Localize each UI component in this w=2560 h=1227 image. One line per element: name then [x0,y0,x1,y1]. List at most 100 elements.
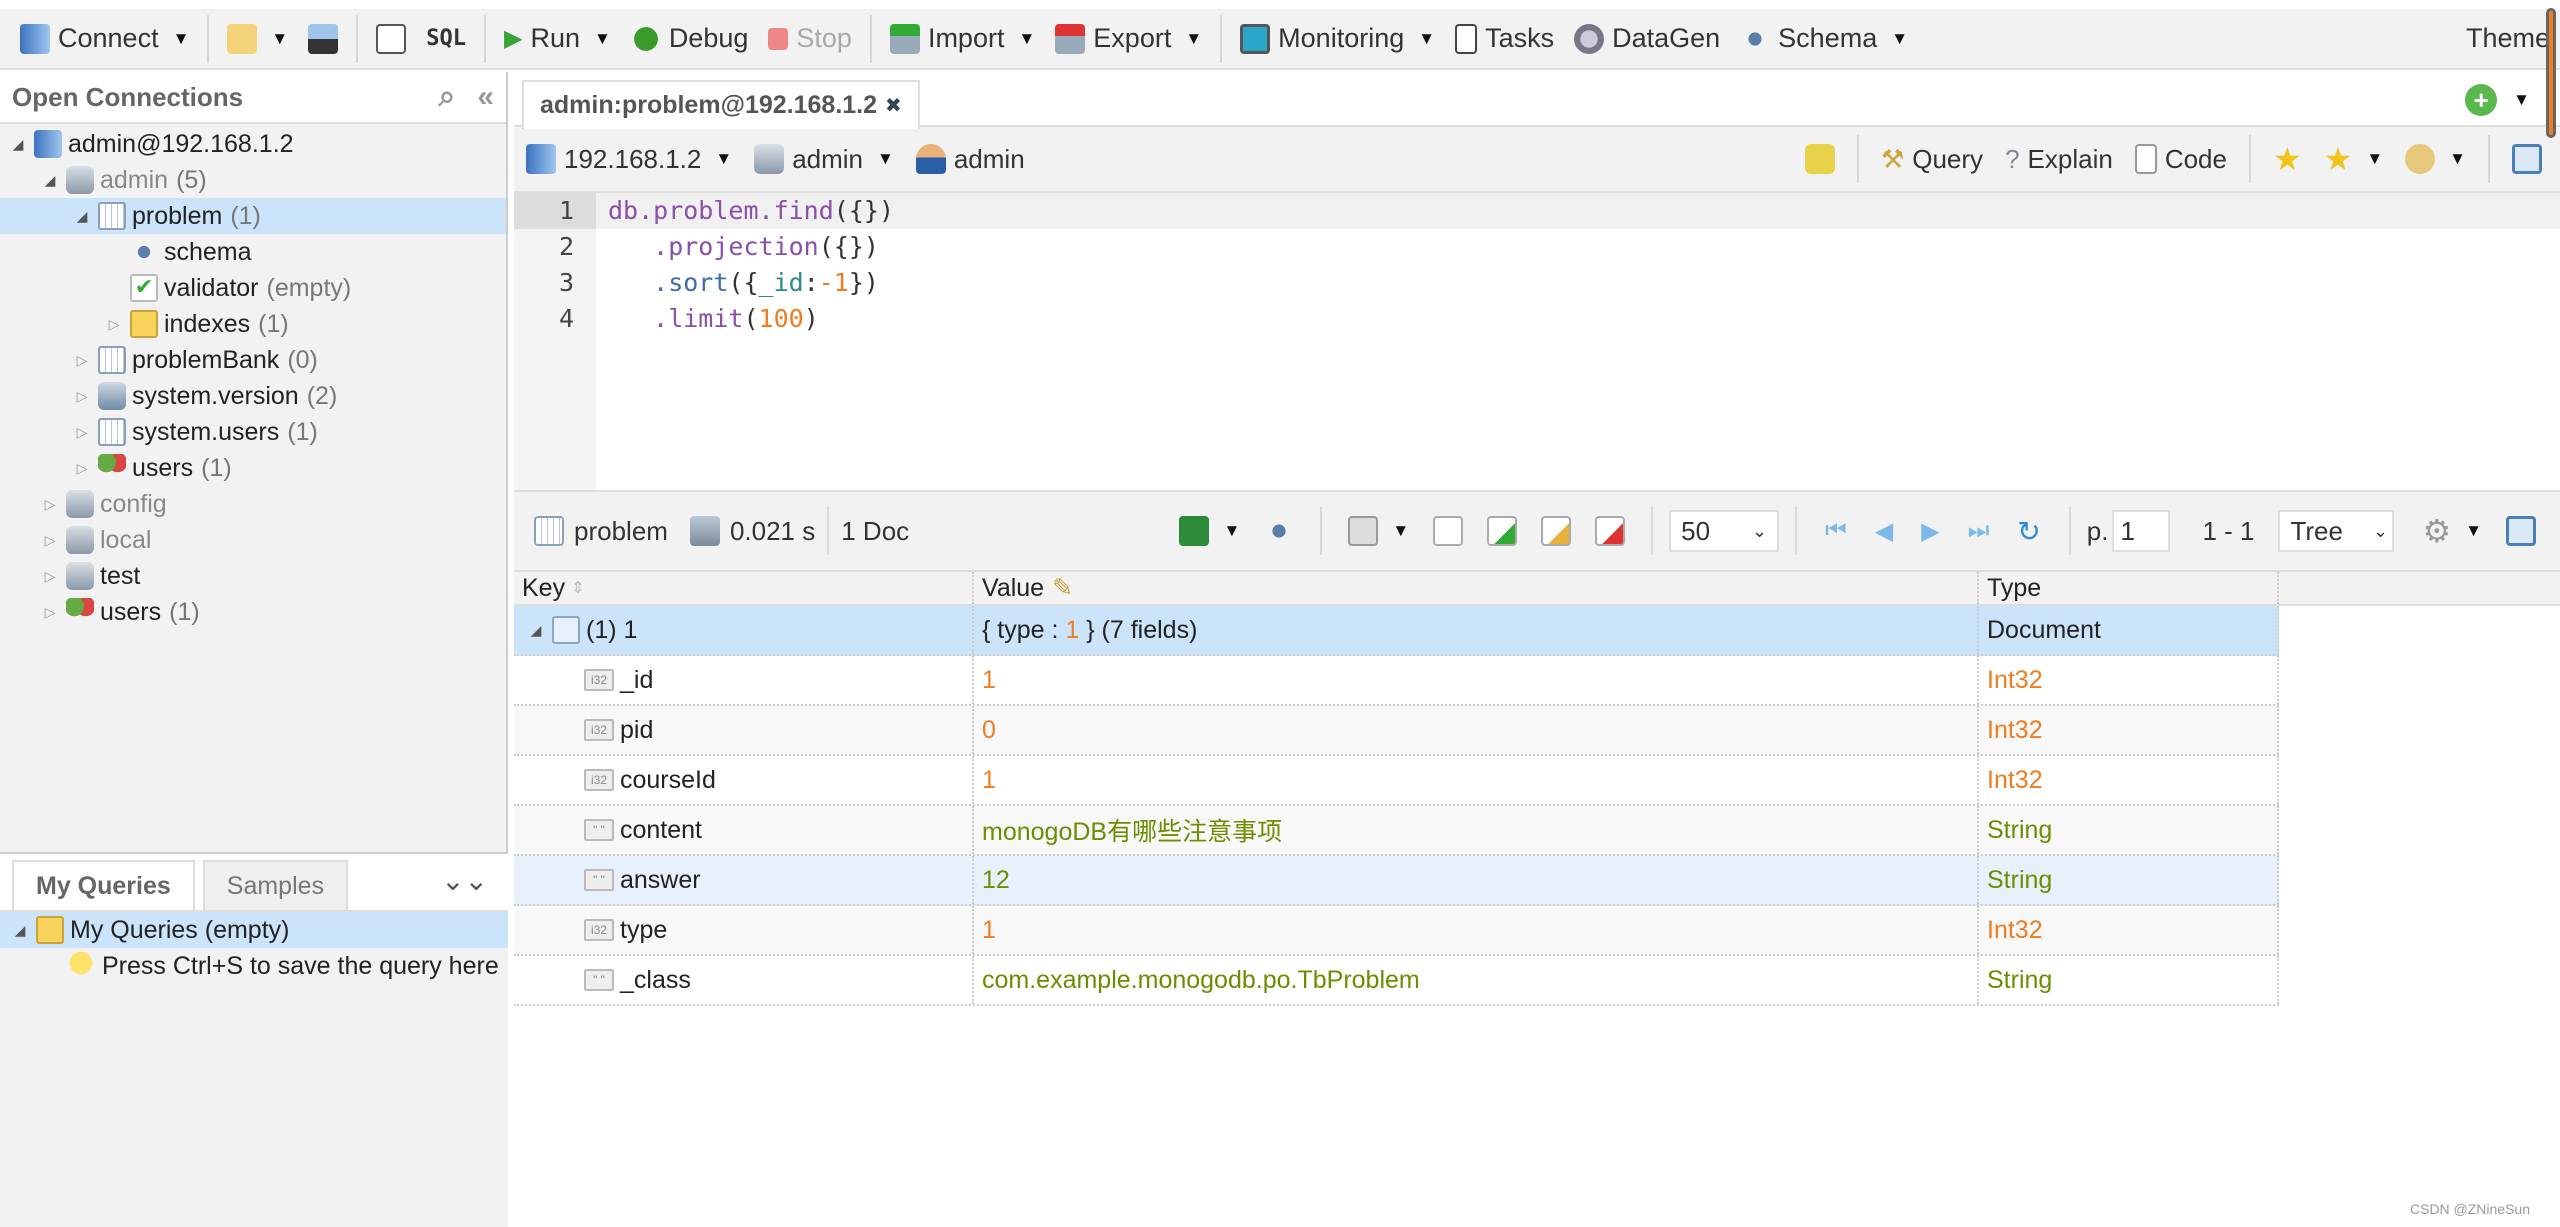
value-cell[interactable]: 1 [974,906,1979,954]
connect-button[interactable]: Connect ▼ [10,9,199,68]
editor-tab[interactable]: admin:problem@192.168.1.2 ✖ [522,80,920,129]
export-button[interactable]: Export ▼ [1045,9,1212,68]
field-row[interactable]: " " _class com.example.monogodb.po.TbProbl… [514,956,2279,1006]
value-cell[interactable]: 1 [974,656,1979,704]
tree-item[interactable]: ▷ config [0,486,506,522]
field-row[interactable]: i32 courseId 1 Int32 [514,756,2279,806]
next-page-icon[interactable]: ▶ [1921,517,1939,546]
value-cell[interactable]: 0 [974,706,1979,754]
collapse-toggle-icon[interactable]: ◢ [72,208,92,225]
edit-document-button[interactable] [1531,516,1581,546]
run-button[interactable]: ▶ Run ▼ [494,9,621,68]
collapse-toggle-icon[interactable]: ◢ [40,172,60,189]
expand-toggle-icon[interactable]: ▷ [72,460,92,477]
refresh-icon[interactable]: ↻ [2017,515,2040,548]
expand-toggle[interactable]: ◢ [10,922,30,939]
header-key[interactable]: Key ⇕ [514,572,974,604]
favorites-button[interactable]: ★ ▼ [2316,140,2392,178]
page-size-select[interactable]: 50 ⌄ [1669,510,1780,552]
last-page-icon[interactable]: ⏭ [1968,517,1990,545]
code-area[interactable]: db.problem.find({}) .projection({}) .sor… [596,193,2560,490]
add-tab-button[interactable]: + ▼ [2465,84,2530,116]
database-selector[interactable]: admin ▼ [754,144,894,175]
expand-toggle-icon[interactable]: ▷ [104,316,124,333]
tree-item[interactable]: ✔ validator (empty) [0,270,506,306]
collapse-icon[interactable]: ⌄⌄ [441,864,488,897]
header-type[interactable]: Type [1979,572,2279,604]
shell-button[interactable] [366,9,416,68]
expand-toggle-icon[interactable]: ▷ [40,568,60,585]
export-excel-button[interactable]: ▼ [1169,516,1250,546]
tree-item[interactable]: schema [0,234,506,270]
code-button[interactable]: Code [2127,144,2235,175]
page-input[interactable]: 1 [2112,510,2171,552]
add-document-button[interactable] [1477,516,1527,546]
expand-toggle-icon[interactable]: ▷ [72,424,92,441]
tree-item[interactable]: ▷ users (1) [0,450,506,486]
collapse-toggle-icon[interactable]: ◢ [8,136,28,153]
value-cell[interactable]: monogoDB有哪些注意事项 [974,806,1979,854]
host-selector[interactable]: 192.168.1.2 ▼ [526,144,732,175]
open-button[interactable]: ▼ [217,9,298,68]
stop-button[interactable]: Stop [758,9,862,68]
delete-document-button[interactable] [1585,516,1635,546]
query-editor[interactable]: 1234 db.problem.find({}) .projection({})… [514,193,2560,492]
field-row[interactable]: i32 _id 1 Int32 [514,656,2279,706]
maximize-results-button[interactable] [2496,516,2546,546]
header-value[interactable]: Value ✎ [974,572,1979,604]
save-button[interactable] [298,9,348,68]
field-row[interactable]: " " answer 12 String [514,856,2279,906]
tree-item[interactable]: ▷ system.version (2) [0,378,506,414]
document-row[interactable]: ◢ (1) 1 { type : 1 } (7 fields) Document [514,606,2279,656]
lock-button[interactable] [1797,144,1843,174]
code-line[interactable]: .sort({_id:-1}) [596,265,2560,301]
settings-button[interactable]: ⚙ ▼ [2412,512,2492,550]
prev-page-icon[interactable]: ◀ [1875,517,1893,546]
find-document-button[interactable] [1423,516,1473,546]
debug-button[interactable]: Debug [621,9,759,68]
explain-button[interactable]: ? Explain [1997,144,2121,175]
tree-item[interactable]: ▷ users (1) [0,594,506,630]
tab-my-queries[interactable]: My Queries [12,860,195,910]
datagen-button[interactable]: DataGen [1564,9,1730,68]
tasks-button[interactable]: Tasks [1445,9,1564,68]
code-line[interactable]: db.problem.find({}) [596,193,2560,229]
my-queries-folder[interactable]: ◢ My Queries (empty) [0,912,508,948]
tree-item[interactable]: ▷ local [0,522,506,558]
schema-button[interactable]: Schema ▼ [1730,9,1918,68]
maximize-editor-button[interactable] [2504,144,2550,174]
schema-view-button[interactable] [1254,516,1304,546]
tree-item[interactable]: ▷ system.users (1) [0,414,506,450]
monitoring-button[interactable]: Monitoring ▼ [1230,9,1445,68]
field-row[interactable]: i32 pid 0 Int32 [514,706,2279,756]
expand-toggle-icon[interactable]: ▷ [72,352,92,369]
expand-toggle-icon[interactable]: ▷ [40,496,60,513]
code-line[interactable]: .projection({}) [596,229,2560,265]
close-icon[interactable]: ✖ [885,93,902,118]
expand-toggle-icon[interactable]: ▷ [40,604,60,621]
value-cell[interactable]: 12 [974,856,1979,904]
expand-toggle-icon[interactable]: ▷ [72,388,92,405]
first-page-icon[interactable]: ⏮ [1825,517,1847,545]
value-cell[interactable]: { type : 1 } (7 fields) [974,606,1979,654]
field-row[interactable]: " " content monogoDB有哪些注意事项 String [514,806,2279,856]
query-builder-button[interactable]: ⚒ Query [1873,144,1991,175]
expand-toggle-icon[interactable]: ▷ [40,532,60,549]
tree-item[interactable]: ▷ indexes (1) [0,306,506,342]
collapse-panel-icon[interactable]: « [477,80,494,114]
view-mode-button[interactable]: ▼ [1338,516,1419,546]
tree-item[interactable]: ▷ problemBank (0) [0,342,506,378]
tree-item[interactable]: ◢ admin (5) [0,162,506,198]
add-favorite-button[interactable]: ★ [2265,140,2310,178]
view-select[interactable]: Tree ⌄ [2278,510,2395,552]
value-cell[interactable]: 1 [974,756,1979,804]
tree-item[interactable]: ◢ admin@192.168.1.2 [0,126,506,162]
search-icon[interactable]: ⌕ [439,80,456,114]
tree-item[interactable]: ◢ problem (1) [0,198,506,234]
tab-samples[interactable]: Samples [202,860,349,910]
history-button[interactable]: ▼ [2397,144,2474,174]
field-row[interactable]: i32 type 1 Int32 [514,906,2279,956]
import-button[interactable]: Import ▼ [880,9,1045,68]
collapse-toggle-icon[interactable]: ◢ [526,622,546,639]
value-cell[interactable]: com.example.monogodb.po.TbProblem [974,956,1979,1004]
